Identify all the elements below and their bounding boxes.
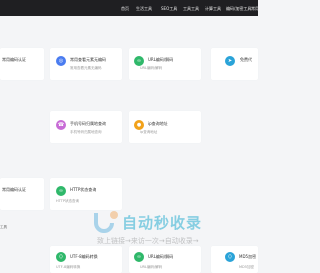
tool-card[interactable]: 常用编码认证 [0,48,44,80]
tool-card-title: URL编码/解码 [148,57,174,62]
nav-calc-tools[interactable]: 计算工具 [205,6,221,12]
code-icon: ⟨⟩ [225,252,235,262]
tool-card-title: 常用编码认证 [2,187,26,192]
nav-seo-tools[interactable]: SEO工具 [161,6,177,12]
tool-card-title: 常用编码认证 [2,57,26,62]
globe-icon: ◎ [56,56,66,66]
tool-card[interactable]: ● ip查询地址 ip查询地址 [129,111,201,143]
nav-encode-tools[interactable]: 编码/加密工具 [226,6,251,12]
tool-card-title: 常用查看元素无编码 [70,57,106,62]
tool-card-title: 手机号码归属地查询 [70,121,106,126]
tool-card-title: UTF-8编码转换 [70,254,98,259]
tool-card-title: 免费代 [240,57,252,62]
location-icon: ● [134,120,144,130]
tool-card-title: ip查询地址 [148,121,168,126]
tool-card-desc: URL编码/解码 [140,265,163,269]
phone-icon: ☎ [56,120,66,130]
nav-life-tools[interactable]: 生活工具 [136,6,152,12]
watermark-sub-text: 致上链接→来访一次→自动收录→ [97,237,199,245]
tool-card-title: MD5加密 [239,254,257,259]
section-label: 工具 [0,225,7,229]
code-icon: ⟨⟩ [56,252,66,262]
tool-card-desc: ip查询地址 [140,130,158,134]
watermark-main-text: 自动秒收录 [122,214,203,232]
tool-card-desc: URL编码/解码 [140,66,163,70]
tool-card[interactable]: 常用编码认证 [0,178,44,210]
nav-tool-tools[interactable]: 工具工具 [183,6,199,12]
link-icon: ∞ [134,56,144,66]
nav-home[interactable]: 首页 [121,6,129,12]
tool-card[interactable]: ➤ 免费代 [211,48,258,80]
tool-card-desc: UTF-8编码转换 [56,265,81,269]
tool-card[interactable]: ∞ URL编码/解码 URL编码/解码 [129,246,201,273]
tool-card[interactable]: ⟨⟩ UTF-8编码转换 UTF-8编码转换 [50,246,122,273]
tool-card[interactable]: ☎ 手机号码归属地查询 手机号码归属地查询 [50,111,122,143]
tool-card-title: URL编码/解码 [148,254,174,259]
nav-common[interactable]: 常用 [251,6,259,12]
watermark-logo-icon [94,211,118,233]
tool-card[interactable]: ◎ 常用查看元素无编码 常用查看元素无编码 [50,48,122,80]
tool-card-desc: HTTP状态查询 [56,199,79,203]
tool-card[interactable]: ∞ URL编码/解码 URL编码/解码 [129,48,201,80]
tool-card[interactable]: ⟨⟩ MD5加密 MD5加密 [211,246,258,273]
send-icon: ➤ [225,56,235,66]
tool-card[interactable]: ∞ HTTP状态查询 HTTP状态查询 [50,178,122,210]
tool-card-desc: 手机号码归属地查询 [70,130,102,134]
tool-card-desc: 常用查看元素无编码 [70,66,102,70]
tool-card-title: HTTP状态查询 [70,187,97,192]
link-icon: ∞ [134,252,144,262]
link-icon: ∞ [56,186,66,196]
tool-card-desc: MD5加密 [239,265,254,269]
